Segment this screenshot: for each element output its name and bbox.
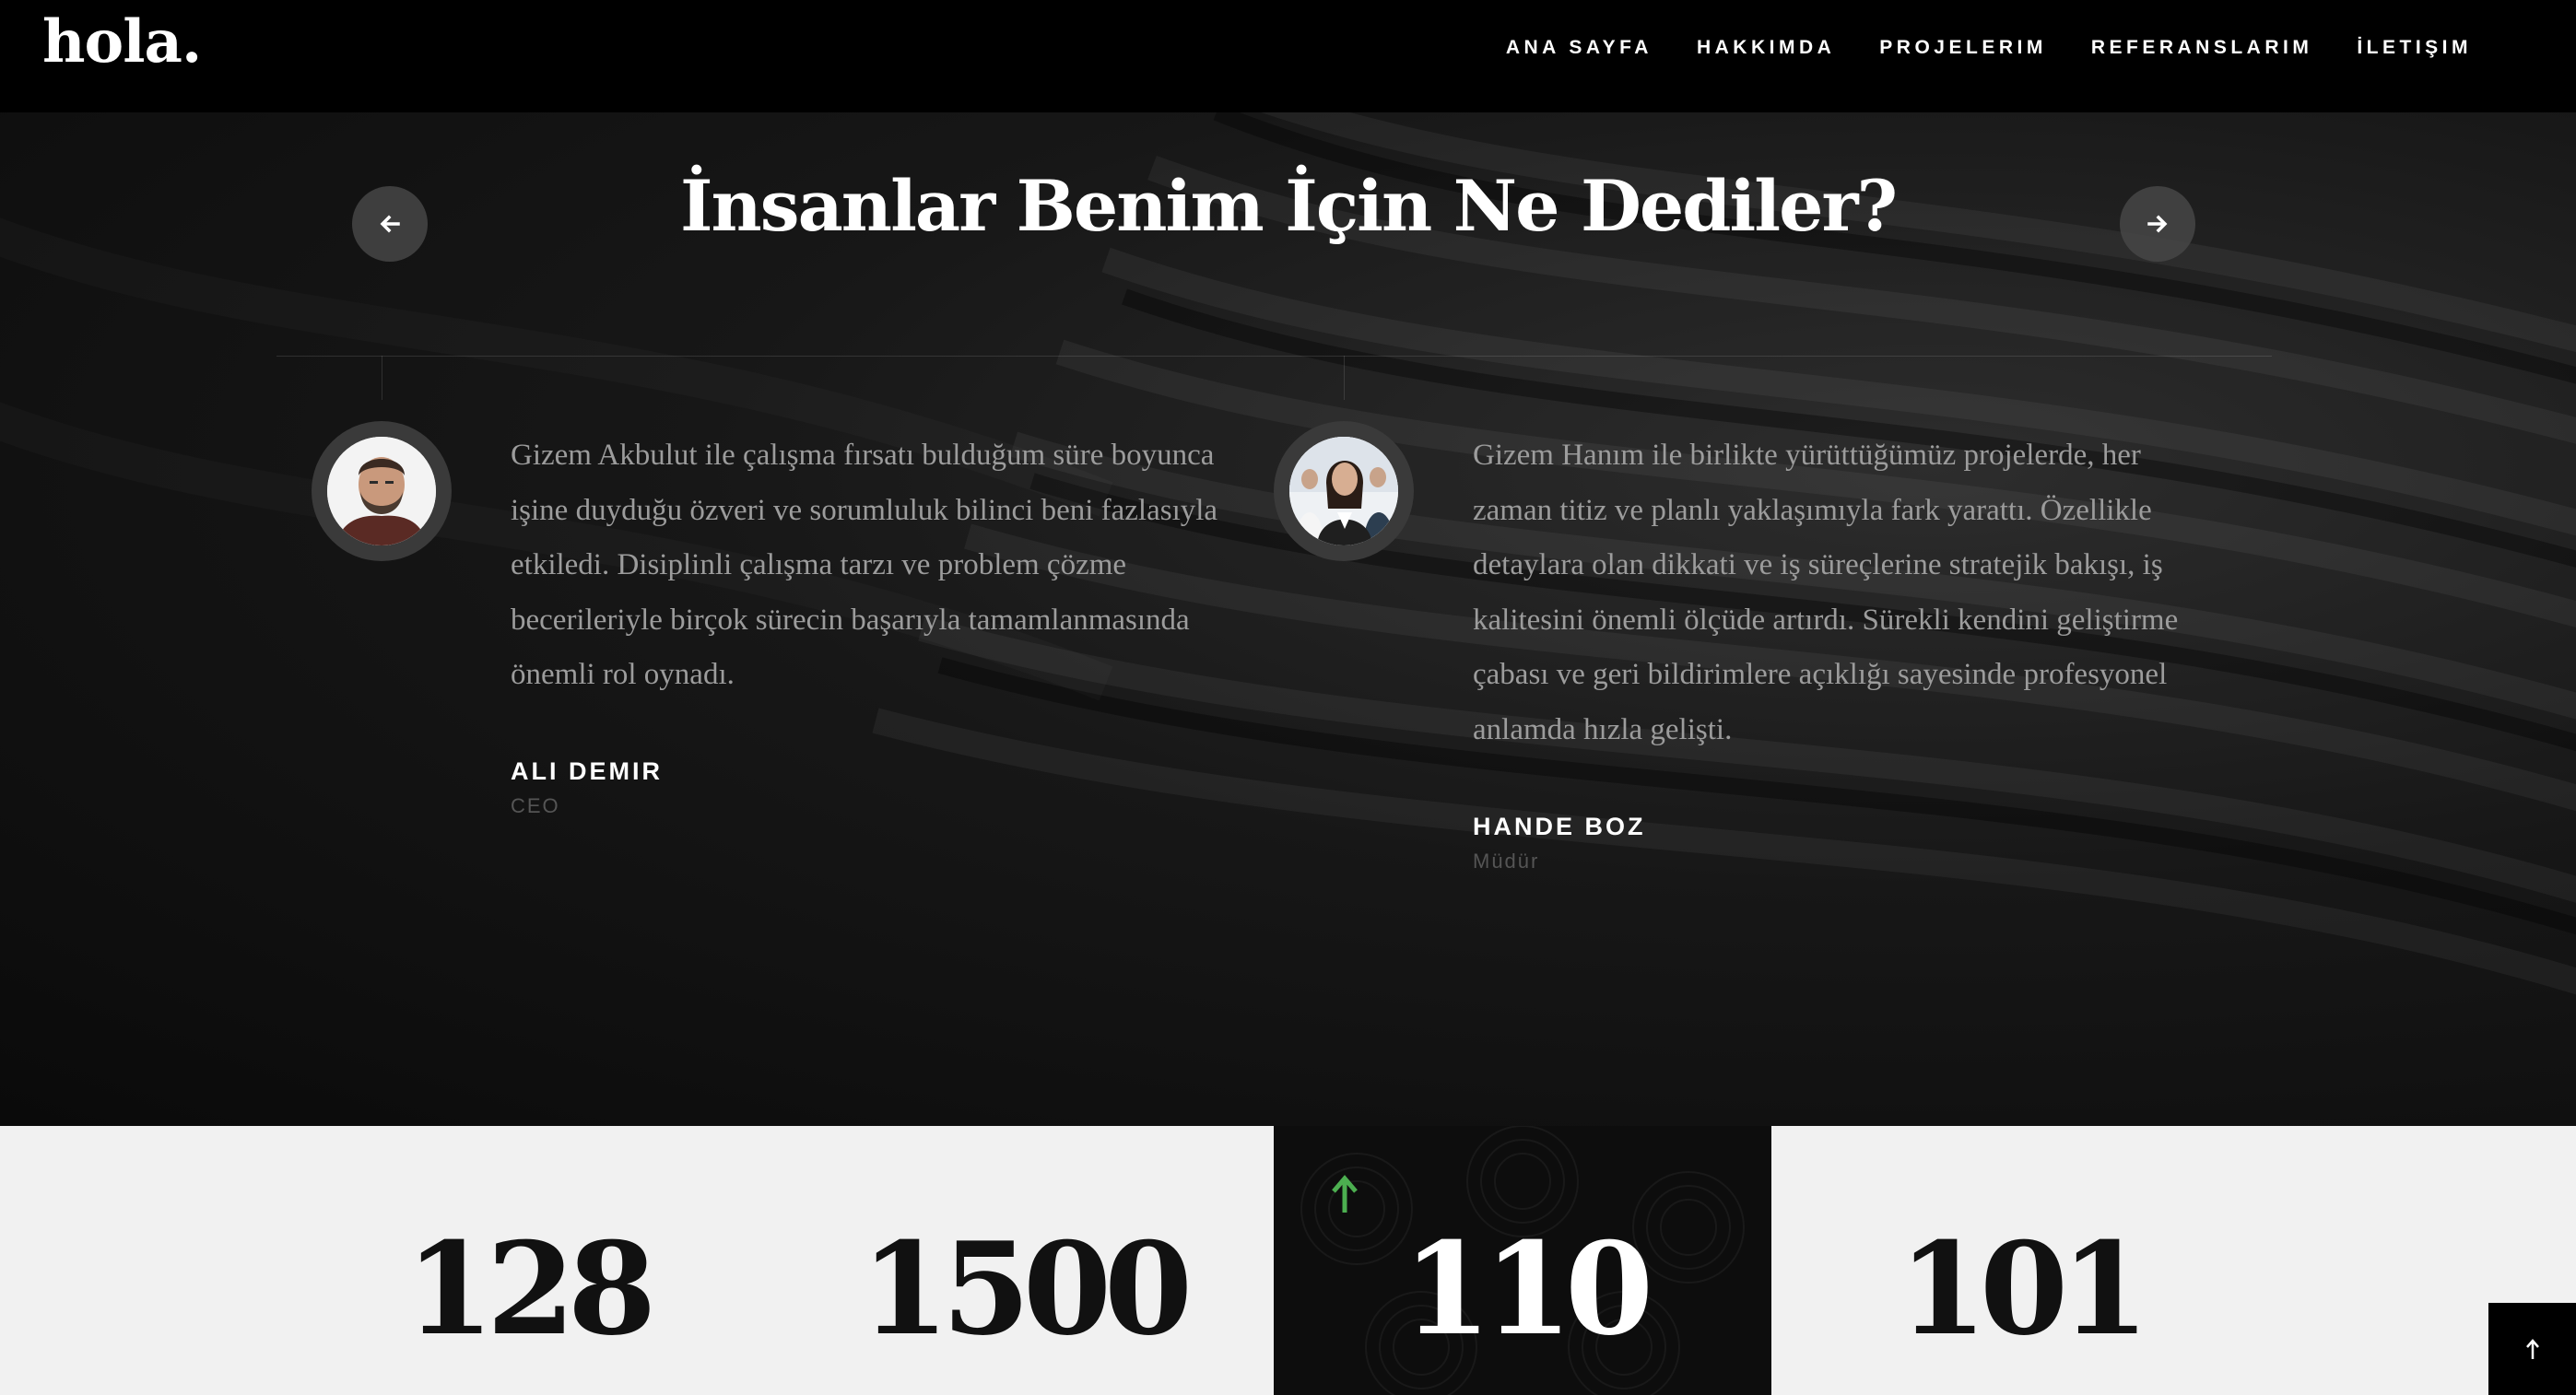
- back-to-top-button[interactable]: [2488, 1303, 2576, 1395]
- author-name: HANDE BOZ: [1473, 813, 1646, 840]
- stat-value: 110: [1403, 1213, 1653, 1364]
- stat-value: 1500: [860, 1213, 1193, 1364]
- nav-item-projelerim[interactable]: PROJELERIM: [1879, 37, 2047, 59]
- nav-item-referanslarim[interactable]: REFERANSLARIM: [2091, 37, 2313, 59]
- author-name: ALI DEMIR: [511, 757, 663, 785]
- next-button[interactable]: [2120, 186, 2195, 262]
- stats-section: 128 1500 110 101: [0, 1126, 2576, 1395]
- nav-item-hakkimda[interactable]: HAKKIMDA: [1697, 37, 1835, 59]
- arrow-up-icon: [2525, 1339, 2539, 1359]
- stat-value: 128: [406, 1213, 656, 1364]
- divider: [276, 356, 2272, 357]
- testimonials-section: İnsanlar Benim İçin Ne Dediler? Gizem Ak…: [0, 112, 2576, 1126]
- nav-item-iletisim[interactable]: İLETIŞIM: [2357, 37, 2472, 59]
- prev-button[interactable]: [352, 186, 428, 262]
- avatar: [312, 421, 452, 561]
- testimonial-quote: Gizem Hanım ile birlikte yürüttüğümüz pr…: [1473, 439, 2179, 746]
- stat-highlight: 110: [1274, 1126, 1771, 1395]
- arrow-up-icon: [1332, 1175, 1358, 1213]
- person-portrait: [327, 437, 436, 545]
- author-role: Müdür: [1473, 850, 1540, 873]
- nav-item-ana-sayfa[interactable]: ANA SAYFA: [1506, 37, 1653, 59]
- testimonial-quote: Gizem Akbulut ile çalışma fırsatı bulduğ…: [511, 439, 1218, 691]
- author-role: CEO: [511, 794, 560, 817]
- arrow-left-icon: [380, 215, 400, 233]
- stat-value: 101: [1899, 1213, 2149, 1364]
- avatar: [1274, 421, 1414, 561]
- site-header: hola. ANA SAYFA HAKKIMDA PROJELERIM REFE…: [0, 0, 2576, 112]
- person-portrait: [1289, 437, 1398, 545]
- arrow-right-icon: [2147, 215, 2168, 233]
- logo[interactable]: hola.: [42, 7, 202, 76]
- main-nav: ANA SAYFA HAKKIMDA PROJELERIM REFERANSLA…: [1506, 37, 2472, 59]
- divider-tick: [1344, 356, 1345, 400]
